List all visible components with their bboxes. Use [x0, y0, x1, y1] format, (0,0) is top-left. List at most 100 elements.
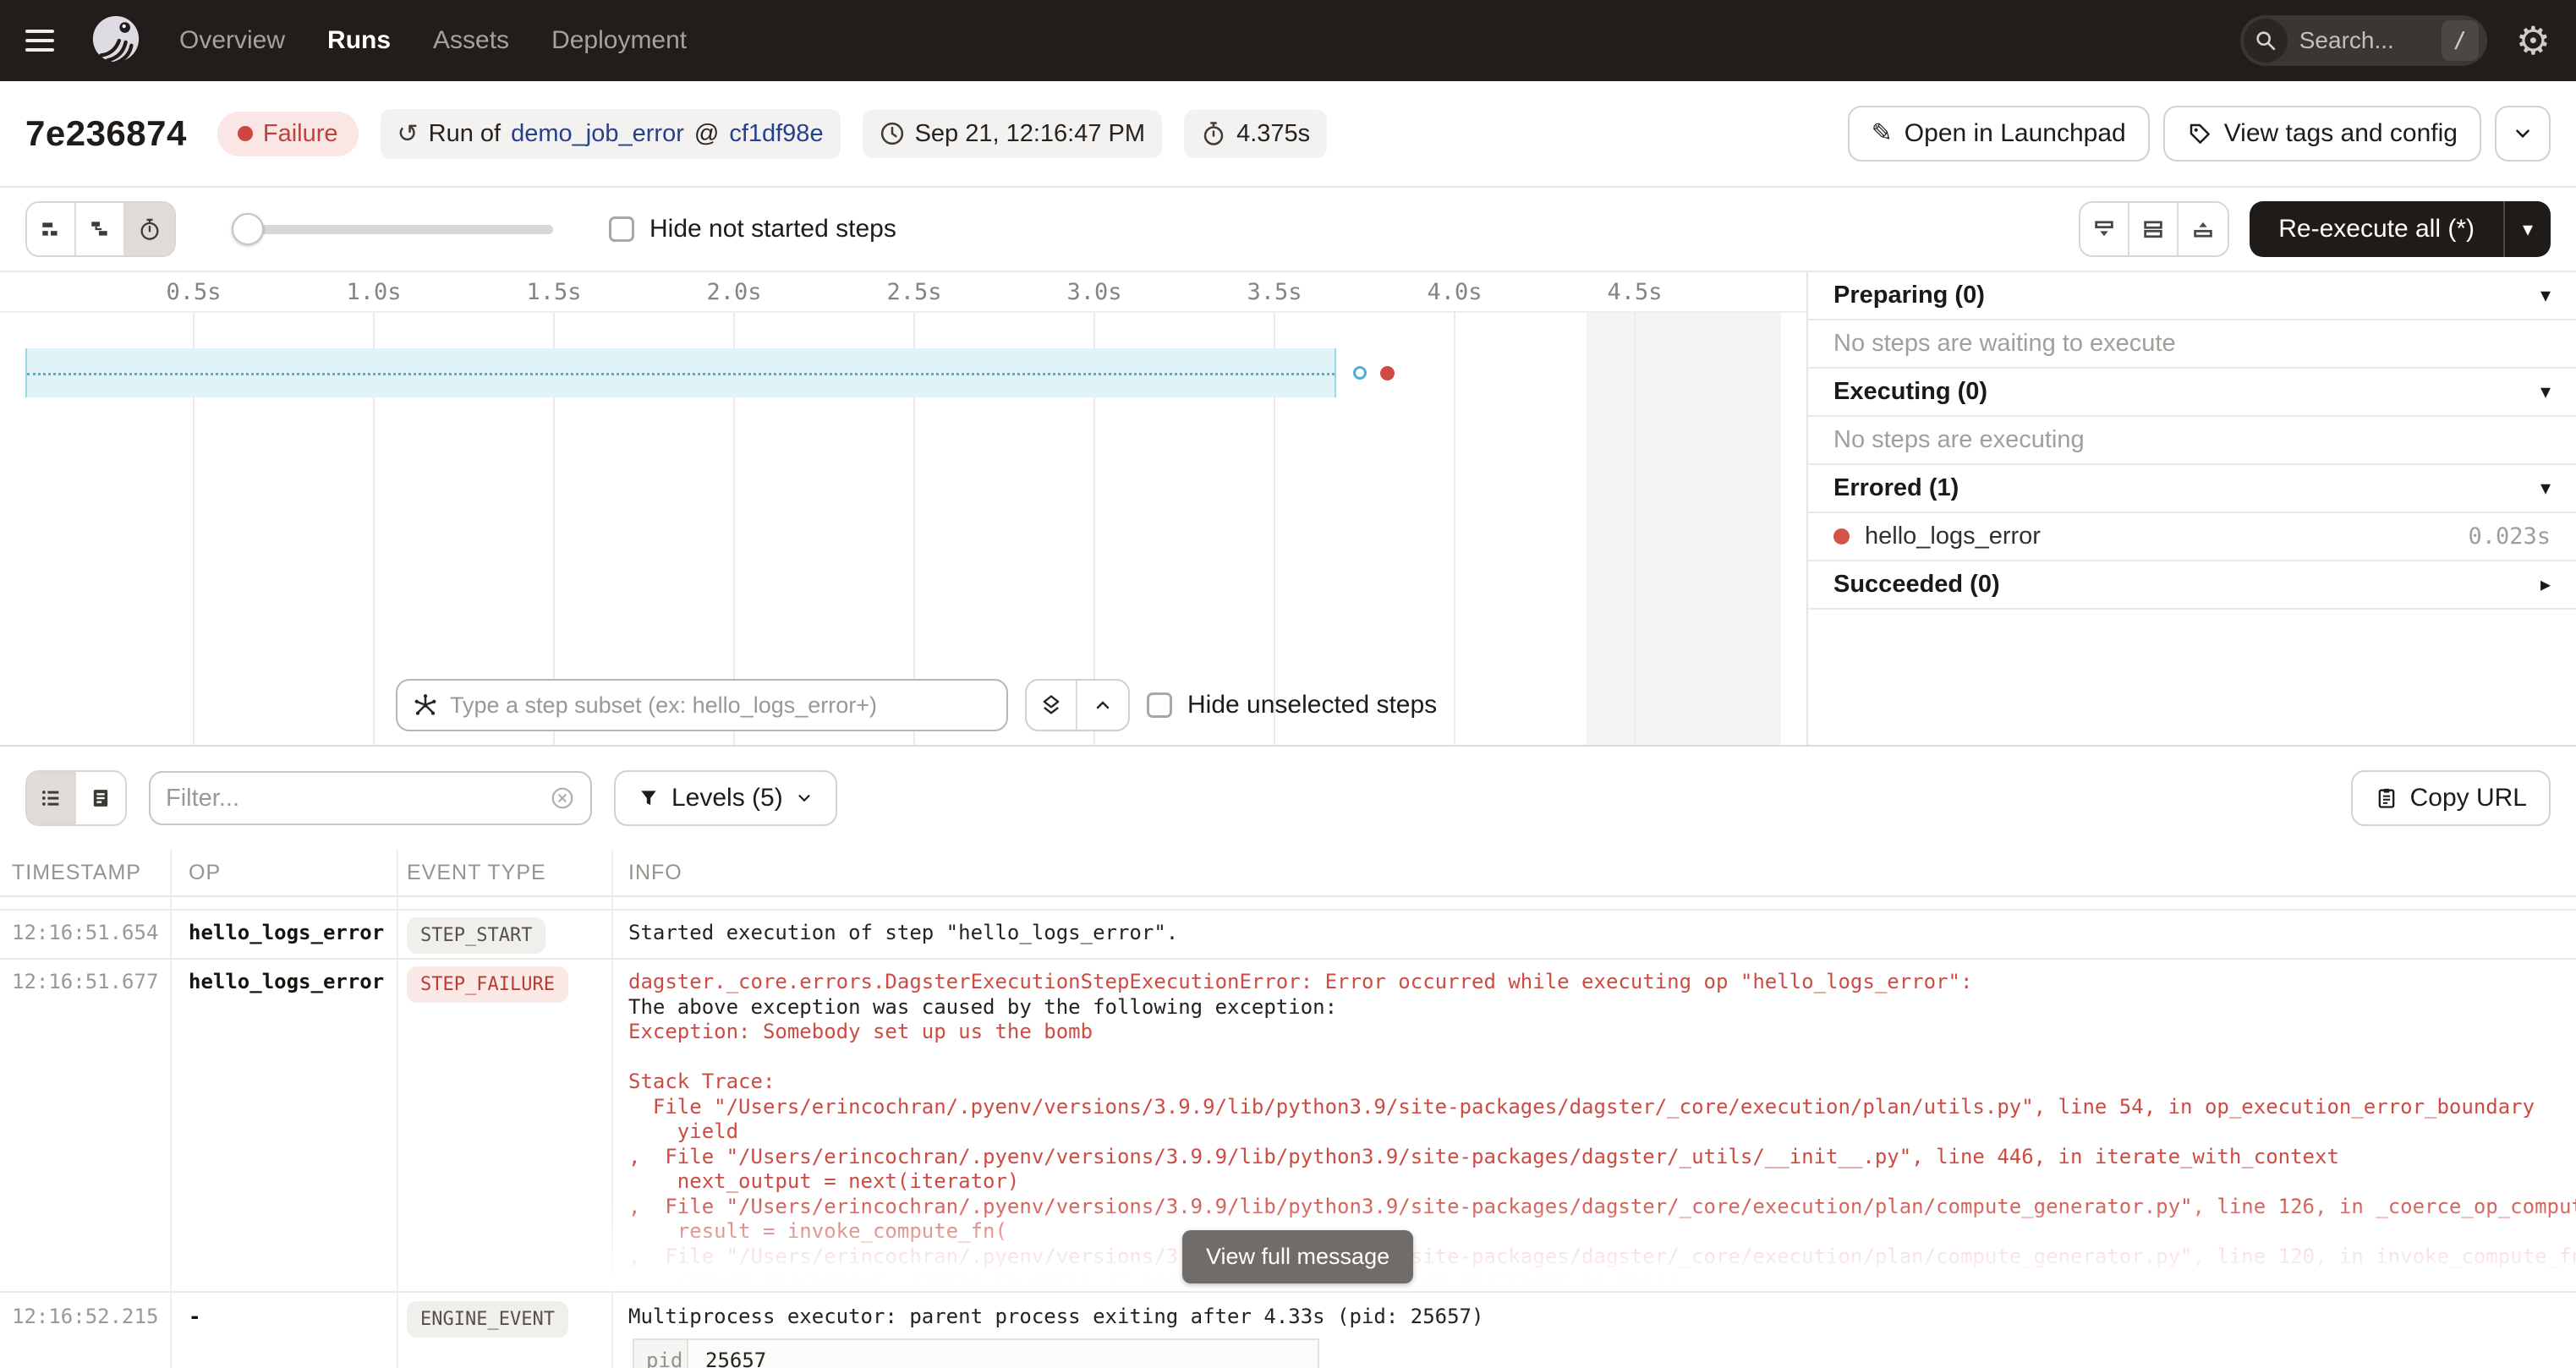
run-id-title: 7e236874	[25, 113, 187, 154]
dagster-logo-icon[interactable]	[90, 14, 142, 67]
search-shortcut-key: /	[2442, 20, 2479, 61]
hide-not-started-checkbox-row[interactable]: Hide not started steps	[609, 215, 896, 244]
gear-icon[interactable]: ⚙	[2516, 21, 2551, 60]
step-marker-open-icon[interactable]	[1353, 366, 1367, 380]
section-caret-icon[interactable]: ▸	[2540, 572, 2551, 597]
chevron-down-icon	[795, 789, 814, 807]
nav-item-deployment[interactable]: Deployment	[551, 26, 687, 55]
slider-track[interactable]	[232, 225, 553, 234]
gantt-step-bar[interactable]	[25, 348, 1336, 397]
step-subset-selector[interactable]	[396, 679, 1008, 731]
panel-expand-up-icon	[2191, 217, 2215, 241]
hide-unselected-checkbox[interactable]	[1147, 692, 1172, 718]
log-timestamp: 12:16:52.215	[12, 1305, 158, 1328]
unstructured-logs-button[interactable]	[27, 772, 76, 824]
panel-empty-preparing: No steps are waiting to execute	[1808, 320, 2576, 369]
log-timestamp: 12:16:51.677	[12, 970, 158, 993]
errored-step-row[interactable]: hello_logs_error 0.023s	[1808, 513, 2576, 561]
col-header-info[interactable]: INFO	[611, 861, 2576, 885]
section-caret-icon[interactable]: ▾	[2540, 380, 2551, 404]
log-row-step-failure[interactable]: 12:16:51.677 hello_logs_error STEP_FAILU…	[0, 960, 2576, 1293]
section-caret-icon[interactable]: ▾	[2540, 283, 2551, 308]
event-metadata-table: pid 25657	[633, 1338, 1319, 1368]
search-icon	[2244, 19, 2288, 63]
panel-section-errored[interactable]: Errored (1) ▾	[1808, 465, 2576, 513]
log-row-engine-event[interactable]: 12:16:52.215 - ENGINE_EVENT Multiprocess…	[0, 1293, 2576, 1368]
panel-section-succeeded[interactable]: Succeeded (0) ▸	[1808, 561, 2576, 610]
job-name-link[interactable]: demo_job_error	[511, 120, 684, 148]
menu-icon[interactable]	[25, 30, 54, 52]
axis-tick: 3.0s	[1066, 279, 1121, 305]
nav-links: Overview Runs Assets Deployment	[179, 26, 687, 55]
chevron-up-icon	[1093, 695, 1113, 715]
gantt-chart: 0.5s 1.0s 1.5s 2.0s 2.5s 3.0s 3.5s 4.0s …	[0, 272, 1806, 745]
slider-knob[interactable]	[232, 213, 264, 245]
clear-filter-icon[interactable]	[550, 785, 575, 811]
reexecute-all-button[interactable]: Re-execute all (*)	[2250, 201, 2503, 257]
gantt-toolbar: Hide not started steps Re-execute all (*…	[0, 188, 2576, 271]
log-row-step-start[interactable]: 12:16:51.654 hello_logs_error STEP_START…	[0, 911, 2576, 960]
waterfall-view-button[interactable]	[76, 203, 125, 255]
funnel-icon	[638, 787, 660, 809]
log-table-header: TIMESTAMP OP EVENT TYPE INFO	[0, 850, 2576, 897]
log-filter-input[interactable]	[166, 785, 550, 813]
axis-tick: 2.0s	[706, 279, 761, 305]
hide-unselected-checkbox-row[interactable]: Hide unselected steps	[1147, 691, 1437, 720]
log-info-text: Multiprocess executor: parent process ex…	[628, 1305, 1483, 1328]
hide-not-started-label: Hide not started steps	[649, 215, 896, 244]
clipped-log-row	[0, 897, 2576, 911]
gantt-zoom-slider[interactable]	[232, 212, 553, 246]
step-duration-dotline	[27, 373, 1335, 375]
snapshot-link[interactable]: cf1df98e	[729, 120, 823, 148]
log-view-mode-group	[25, 770, 127, 826]
section-caret-icon[interactable]: ▾	[2540, 476, 2551, 501]
axis-tick: 2.5s	[886, 279, 941, 305]
axis-tick: 0.5s	[166, 279, 221, 305]
top-nav: Overview Runs Assets Deployment / ⚙	[0, 0, 2576, 81]
nav-item-overview[interactable]: Overview	[179, 26, 285, 55]
levels-filter-button[interactable]: Levels (5)	[614, 770, 837, 826]
open-in-launchpad-button[interactable]: ✎ Open in Launchpad	[1848, 106, 2150, 161]
flat-view-button[interactable]	[27, 203, 76, 255]
structured-logs-button[interactable]	[76, 772, 125, 824]
step-subset-input[interactable]	[450, 692, 991, 719]
log-filter-field[interactable]	[149, 771, 592, 825]
layers-button[interactable]	[1027, 681, 1077, 730]
log-op-name[interactable]: hello_logs_error	[189, 921, 384, 944]
copy-url-button[interactable]: Copy URL	[2351, 770, 2551, 826]
col-header-event-type[interactable]: EVENT TYPE	[397, 861, 611, 885]
start-time-tag: Sep 21, 12:16:47 PM	[863, 110, 1162, 158]
header-more-button[interactable]	[2495, 106, 2551, 161]
run-end-shade	[1587, 313, 1781, 745]
reexecute-dropdown-button[interactable]: ▾	[2503, 201, 2551, 257]
logs-toolbar: Levels (5) Copy URL	[0, 747, 2576, 850]
nav-item-runs[interactable]: Runs	[327, 26, 391, 55]
col-header-timestamp[interactable]: TIMESTAMP	[0, 861, 170, 885]
collapse-selector-button[interactable]	[1077, 681, 1128, 730]
panel-layout-group	[2079, 201, 2229, 257]
panel-section-executing[interactable]: Executing (0) ▾	[1808, 369, 2576, 417]
expand-panel-button[interactable]	[2179, 203, 2228, 255]
pencil-icon: ✎	[1872, 121, 1893, 146]
error-dot-icon	[1833, 528, 1850, 544]
global-search[interactable]: /	[2240, 15, 2487, 66]
panel-section-preparing[interactable]: Preparing (0) ▾	[1808, 272, 2576, 320]
gantt-section: 0.5s 1.0s 1.5s 2.0s 2.5s 3.0s 3.5s 4.0s …	[0, 271, 2576, 745]
search-input[interactable]	[2288, 27, 2442, 54]
run-header: 7e236874 Failure ↺ Run of demo_job_error…	[0, 81, 2576, 188]
log-op-name[interactable]: hello_logs_error	[189, 970, 384, 993]
log-table: TIMESTAMP OP EVENT TYPE INFO 12:16:51.65…	[0, 850, 2576, 1368]
hide-not-started-checkbox[interactable]	[609, 216, 634, 242]
collapse-panel-button[interactable]	[2080, 203, 2129, 255]
error-message-cell: dagster._core.errors.DagsterExecutionSte…	[611, 960, 2576, 1293]
gantt-time-axis: 0.5s 1.0s 1.5s 2.0s 2.5s 3.0s 3.5s 4.0s …	[0, 272, 1806, 311]
view-tags-config-button[interactable]: View tags and config	[2163, 106, 2481, 161]
nav-item-assets[interactable]: Assets	[433, 26, 509, 55]
timer-icon	[138, 217, 162, 241]
col-header-op[interactable]: OP	[170, 861, 397, 885]
view-full-message-button[interactable]: View full message	[1182, 1230, 1413, 1283]
split-panel-icon	[2141, 217, 2165, 241]
timed-view-button[interactable]	[125, 203, 174, 255]
step-marker-failure-icon[interactable]	[1380, 366, 1395, 380]
split-panel-button[interactable]	[2129, 203, 2179, 255]
